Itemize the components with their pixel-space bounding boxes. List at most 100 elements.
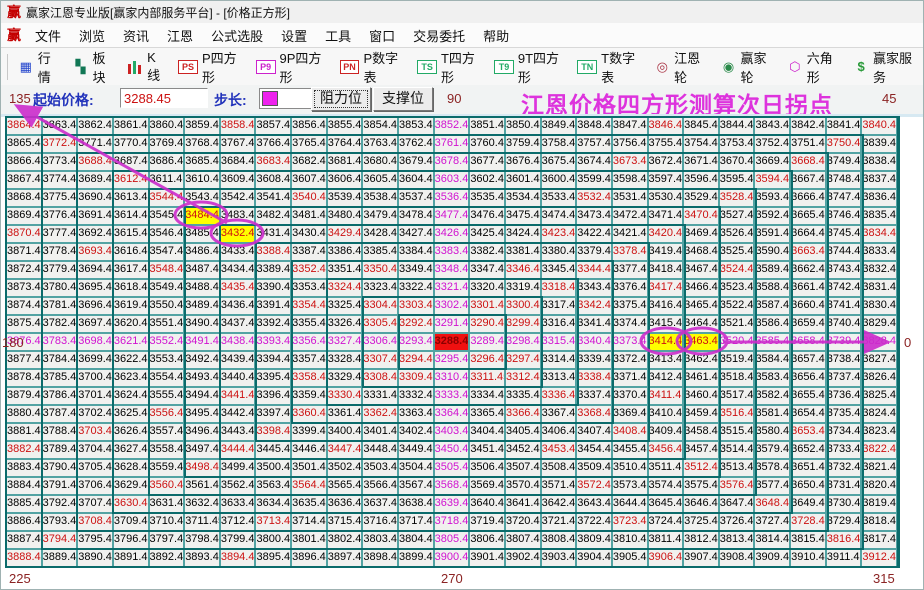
grid-cell[interactable]: 3642.45 bbox=[540, 495, 577, 513]
grid-cell[interactable]: 3715.45 bbox=[326, 513, 363, 531]
grid-cell[interactable]: 3361.45 bbox=[326, 405, 363, 423]
grid-cell[interactable]: 3628.45 bbox=[112, 459, 149, 477]
grid-cell[interactable]: 3826.45 bbox=[861, 369, 897, 387]
grid-cell[interactable]: 3669.45 bbox=[754, 153, 791, 171]
grid-cell[interactable]: 3720.45 bbox=[504, 513, 541, 531]
grid-cell[interactable]: 3800.45 bbox=[255, 531, 292, 549]
grid-cell[interactable]: 3582.45 bbox=[754, 387, 791, 405]
grid-cell[interactable]: 3784.45 bbox=[41, 351, 78, 369]
grid-cell[interactable]: 3320.45 bbox=[469, 279, 505, 297]
grid-cell[interactable]: 3428.45 bbox=[362, 225, 399, 243]
grid-cell[interactable]: 3638.45 bbox=[398, 495, 434, 513]
grid-cell[interactable]: 3426.45 bbox=[433, 225, 470, 243]
grid-cell[interactable]: 3531.45 bbox=[611, 189, 648, 207]
grid-cell[interactable]: 3803.45 bbox=[362, 531, 399, 549]
grid-cell[interactable]: 3787.45 bbox=[41, 405, 78, 423]
grid-cell[interactable]: 3394.45 bbox=[255, 351, 292, 369]
grid-cell[interactable]: 3705.45 bbox=[77, 459, 113, 477]
grid-cell[interactable]: 3791.45 bbox=[41, 477, 78, 495]
grid-cell[interactable]: 3471.45 bbox=[647, 207, 684, 225]
grid-cell[interactable]: 3827.45 bbox=[861, 351, 897, 369]
grid-cell[interactable]: 3836.45 bbox=[861, 189, 897, 207]
grid-cell[interactable]: 3336.45 bbox=[540, 387, 577, 405]
grid-cell[interactable]: 3516.45 bbox=[718, 405, 755, 423]
grid-cell[interactable]: 3308.45 bbox=[362, 369, 399, 387]
grid-cell[interactable]: 3388.45 bbox=[255, 243, 292, 261]
grid-cell[interactable]: 3390.45 bbox=[255, 279, 292, 297]
grid-cell[interactable]: 3878.45 bbox=[6, 369, 42, 387]
grid-cell[interactable]: 3870.45 bbox=[6, 225, 42, 243]
grid-cell[interactable]: 3363.45 bbox=[398, 405, 434, 423]
grid-cell[interactable]: 3889.45 bbox=[41, 549, 78, 567]
grid-cell[interactable]: 3749.45 bbox=[825, 153, 862, 171]
grid-cell[interactable]: 3703.45 bbox=[77, 423, 113, 441]
grid-cell[interactable]: 3344.45 bbox=[576, 261, 612, 279]
grid-cell[interactable]: 3518.45 bbox=[718, 369, 755, 387]
grid-cell[interactable]: 3885.45 bbox=[6, 495, 42, 513]
toolbar-button[interactable]: PS P四方形 bbox=[178, 48, 244, 86]
grid-cell[interactable]: 3512.45 bbox=[683, 459, 719, 477]
grid-cell[interactable]: 3723.45 bbox=[611, 513, 648, 531]
grid-cell[interactable]: 3759.45 bbox=[504, 135, 541, 153]
grid-cell[interactable]: 3581.45 bbox=[754, 405, 791, 423]
grid-cell[interactable]: 3416.45 bbox=[647, 297, 684, 315]
grid-cell[interactable]: 3511.45 bbox=[647, 459, 684, 477]
grid-cell[interactable]: 3399.45 bbox=[291, 423, 327, 441]
grid-cell[interactable]: 3838.45 bbox=[861, 153, 897, 171]
grid-cell[interactable]: 3899.45 bbox=[398, 549, 434, 567]
grid-cell[interactable]: 3307.45 bbox=[362, 351, 399, 369]
grid-cell[interactable]: 3321.45 bbox=[433, 279, 470, 297]
grid-cell[interactable]: 3605.45 bbox=[362, 171, 399, 189]
grid-cell[interactable]: 3748.45 bbox=[825, 171, 862, 189]
grid-cell[interactable]: 3372.45 bbox=[611, 351, 648, 369]
grid-cell[interactable]: 3908.45 bbox=[718, 549, 755, 567]
grid-cell[interactable]: 3366.45 bbox=[504, 405, 541, 423]
grid-cell[interactable]: 3879.45 bbox=[6, 387, 42, 405]
grid-cell[interactable]: 3683.45 bbox=[255, 153, 292, 171]
toolbar-button[interactable]: ▦ 行情 bbox=[18, 48, 61, 86]
grid-cell[interactable]: 3445.45 bbox=[255, 441, 292, 459]
grid-cell[interactable]: 3299.45 bbox=[504, 315, 541, 333]
grid-cell[interactable]: 3893.45 bbox=[184, 549, 220, 567]
grid-cell[interactable]: 3316.45 bbox=[540, 315, 577, 333]
grid-cell[interactable]: 3750.45 bbox=[825, 135, 862, 153]
grid-cell[interactable]: 3855.45 bbox=[326, 117, 363, 135]
grid-cell[interactable]: 3900.45 bbox=[433, 549, 470, 567]
grid-cell[interactable]: 3418.45 bbox=[647, 261, 684, 279]
grid-cell[interactable]: 3708.45 bbox=[77, 513, 113, 531]
grid-cell[interactable]: 3290.45 bbox=[469, 315, 505, 333]
grid-cell[interactable]: 3768.45 bbox=[184, 135, 220, 153]
grid-cell[interactable]: 3663.45 bbox=[790, 243, 826, 261]
grid-cell[interactable]: 3327.45 bbox=[326, 333, 363, 351]
grid-cell[interactable]: 3790.45 bbox=[41, 459, 78, 477]
grid-cell[interactable]: 3395.45 bbox=[255, 369, 292, 387]
grid-cell[interactable]: 3404.45 bbox=[469, 423, 505, 441]
grid-cell[interactable]: 3608.45 bbox=[255, 171, 292, 189]
grid-cell[interactable]: 3560.45 bbox=[148, 477, 185, 495]
grid-cell[interactable]: 3821.45 bbox=[861, 459, 897, 477]
grid-cell[interactable]: 3452.45 bbox=[504, 441, 541, 459]
grid-cell[interactable]: 3737.45 bbox=[825, 369, 862, 387]
grid-cell[interactable]: 3580.45 bbox=[754, 423, 791, 441]
toolbar-button[interactable]: $ 赢家服务 bbox=[853, 48, 919, 86]
grid-cell[interactable]: 3797.45 bbox=[148, 531, 185, 549]
grid-cell[interactable]: 3733.45 bbox=[825, 441, 862, 459]
grid-cell[interactable]: 3887.45 bbox=[6, 531, 42, 549]
grid-cell[interactable]: 3292.45 bbox=[398, 315, 434, 333]
grid-cell[interactable]: 3498.45 bbox=[184, 459, 220, 477]
grid-cell[interactable]: 3436.45 bbox=[219, 297, 256, 315]
grid-cell[interactable]: 3315.45 bbox=[540, 333, 577, 351]
grid-cell[interactable]: 3478.45 bbox=[398, 207, 434, 225]
toolbar-button[interactable]: PN P数字表 bbox=[339, 48, 406, 86]
grid-cell[interactable]: 3877.45 bbox=[6, 351, 42, 369]
grid-cell[interactable]: 3373.45 bbox=[611, 333, 648, 351]
grid-cell[interactable]: 3674.45 bbox=[576, 153, 612, 171]
grid-cell[interactable]: 3714.45 bbox=[291, 513, 327, 531]
grid-cell[interactable]: 3339.45 bbox=[576, 351, 612, 369]
grid-cell[interactable]: 3607.45 bbox=[291, 171, 327, 189]
grid-cell[interactable]: 3702.45 bbox=[77, 405, 113, 423]
grid-cell[interactable]: 3659.45 bbox=[790, 315, 826, 333]
grid-cell[interactable]: 3687.45 bbox=[112, 153, 149, 171]
grid-cell[interactable]: 3765.45 bbox=[291, 135, 327, 153]
grid-cell[interactable]: 3835.45 bbox=[861, 207, 897, 225]
